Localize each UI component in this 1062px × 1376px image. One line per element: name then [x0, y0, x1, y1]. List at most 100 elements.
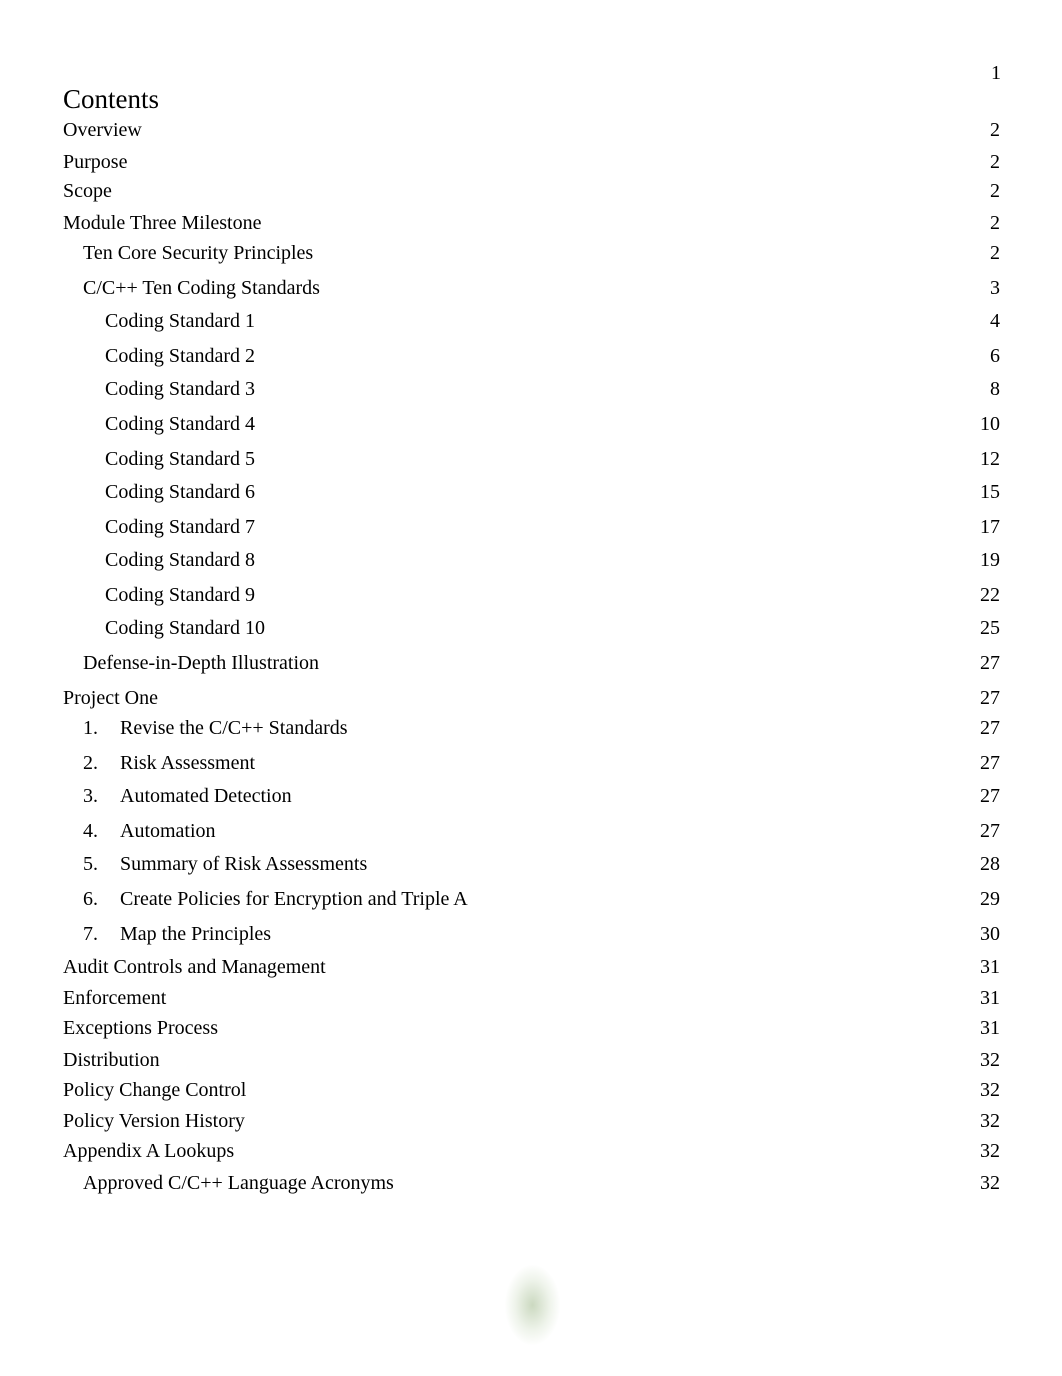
toc-entry-page[interactable]: 2 — [990, 149, 1000, 175]
toc-entry-page[interactable]: 32 — [980, 1170, 1000, 1196]
toc-entry-page[interactable]: 31 — [980, 1015, 1000, 1041]
toc-entry-page[interactable]: 17 — [980, 514, 1000, 540]
toc-entry-text[interactable]: Appendix A Lookups — [63, 1140, 234, 1162]
toc-entry-page[interactable]: 22 — [980, 582, 1000, 608]
toc-entry-page[interactable]: 32 — [980, 1138, 1000, 1164]
toc-entry[interactable]: Coding Standard 7 17 — [63, 514, 1000, 540]
toc-entry-label[interactable]: Approved C/C++ Language Acronyms — [83, 1170, 394, 1196]
toc-entry-text[interactable]: Project One — [63, 687, 158, 709]
toc-entry-text[interactable]: Risk Assessment — [120, 752, 255, 774]
toc-entry[interactable]: Enforcement 31 — [63, 985, 1000, 1011]
toc-entry-page[interactable]: 32 — [980, 1077, 1000, 1103]
toc-entry[interactable]: 3. Automated Detection 27 — [63, 783, 1000, 809]
toc-entry-text[interactable]: Coding Standard 3 — [105, 378, 255, 400]
toc-entry-text[interactable]: Coding Standard 2 — [105, 345, 255, 367]
toc-entry[interactable]: 1. Revise the C/C++ Standards 27 — [63, 715, 1000, 741]
toc-entry-text[interactable]: Summary of Risk Assessments — [120, 853, 367, 875]
toc-entry[interactable]: 4. Automation 27 — [63, 818, 1000, 844]
toc-entry-page[interactable]: 2 — [990, 240, 1000, 266]
toc-entry-label[interactable]: Coding Standard 7 — [105, 514, 255, 540]
toc-entry-label[interactable]: Coding Standard 4 — [105, 411, 255, 437]
toc-entry[interactable]: Policy Version History 32 — [63, 1108, 1000, 1134]
toc-entry-page[interactable]: 2 — [990, 178, 1000, 204]
toc-entry[interactable]: Audit Controls and Management 31 — [63, 954, 1000, 980]
toc-entry-text[interactable]: Exceptions Process — [63, 1017, 218, 1039]
toc-entry-text[interactable]: Coding Standard 4 — [105, 413, 255, 435]
toc-entry[interactable]: 5. Summary of Risk Assessments 28 — [63, 851, 1000, 877]
toc-entry[interactable]: Coding Standard 6 15 — [63, 479, 1000, 505]
toc-entry-text[interactable]: Coding Standard 5 — [105, 448, 255, 470]
toc-entry-label[interactable]: Coding Standard 8 — [105, 547, 255, 573]
toc-entry-text[interactable]: Automation — [120, 820, 216, 842]
toc-entry-label[interactable]: Coding Standard 9 — [105, 582, 255, 608]
toc-entry[interactable]: Coding Standard 4 10 — [63, 411, 1000, 437]
toc-entry-text[interactable]: Policy Version History — [63, 1110, 245, 1132]
toc-entry-label[interactable]: Coding Standard 6 — [105, 479, 255, 505]
toc-entry-page[interactable]: 15 — [980, 479, 1000, 505]
toc-entry-text[interactable]: Coding Standard 7 — [105, 516, 255, 538]
toc-entry[interactable]: Project One 27 — [63, 685, 1000, 711]
toc-entry-label[interactable]: Appendix A Lookups — [63, 1138, 234, 1164]
toc-entry-page[interactable]: 6 — [990, 343, 1000, 369]
toc-entry-text[interactable]: Ten Core Security Principles — [83, 242, 313, 264]
toc-entry-text[interactable]: Revise the C/C++ Standards — [120, 717, 348, 739]
toc-entry-text[interactable]: Coding Standard 9 — [105, 584, 255, 606]
toc-entry-label[interactable]: C/C++ Ten Coding Standards — [83, 275, 320, 301]
toc-entry-label[interactable]: Defense-in-Depth Illustration — [83, 650, 319, 676]
toc-entry-label[interactable]: Coding Standard 5 — [105, 446, 255, 472]
toc-entry-page[interactable]: 27 — [980, 715, 1000, 741]
toc-entry[interactable]: Purpose 2 — [63, 149, 1000, 175]
toc-entry[interactable]: Coding Standard 2 6 — [63, 343, 1000, 369]
toc-entry-page[interactable]: 31 — [980, 985, 1000, 1011]
toc-entry[interactable]: Policy Change Control 32 — [63, 1077, 1000, 1103]
toc-entry-text[interactable]: Map the Principles — [120, 923, 271, 945]
toc-entry-label[interactable]: Overview — [63, 117, 142, 143]
toc-entry-label[interactable]: 5. Summary of Risk Assessments — [83, 851, 367, 877]
toc-entry[interactable]: Distribution 32 — [63, 1047, 1000, 1073]
toc-entry-text[interactable]: Scope — [63, 180, 112, 202]
toc-entry-label[interactable]: 4. Automation — [83, 818, 216, 844]
toc-entry[interactable]: Coding Standard 8 19 — [63, 547, 1000, 573]
toc-entry-page[interactable]: 25 — [980, 615, 1000, 641]
toc-entry[interactable]: Approved C/C++ Language Acronyms 32 — [63, 1170, 1000, 1196]
toc-entry[interactable]: 2. Risk Assessment 27 — [63, 750, 1000, 776]
toc-entry-label[interactable]: 7. Map the Principles — [83, 921, 271, 947]
toc-entry-label[interactable]: Policy Change Control — [63, 1077, 246, 1103]
toc-entry-page[interactable]: 27 — [980, 650, 1000, 676]
toc-entry-page[interactable]: 29 — [980, 886, 1000, 912]
toc-entry-page[interactable]: 2 — [990, 210, 1000, 236]
toc-entry-page[interactable]: 10 — [980, 411, 1000, 437]
toc-entry-page[interactable]: 28 — [980, 851, 1000, 877]
toc-entry[interactable]: Ten Core Security Principles 2 — [63, 240, 1000, 266]
toc-entry[interactable]: Exceptions Process 31 — [63, 1015, 1000, 1041]
toc-entry-label[interactable]: Policy Version History — [63, 1108, 245, 1134]
toc-entry[interactable]: Coding Standard 9 22 — [63, 582, 1000, 608]
toc-entry-page[interactable]: 30 — [980, 921, 1000, 947]
toc-entry[interactable]: Defense-in-Depth Illustration 27 — [63, 650, 1000, 676]
toc-entry[interactable]: Scope 2 — [63, 178, 1000, 204]
toc-entry-text[interactable]: Coding Standard 1 — [105, 310, 255, 332]
toc-entry-label[interactable]: Coding Standard 1 — [105, 308, 255, 334]
toc-entry-label[interactable]: Enforcement — [63, 985, 166, 1011]
toc-entry-text[interactable]: Policy Change Control — [63, 1079, 246, 1101]
toc-entry-page[interactable]: 8 — [990, 376, 1000, 402]
toc-entry-text[interactable]: Coding Standard 8 — [105, 549, 255, 571]
toc-entry-label[interactable]: Exceptions Process — [63, 1015, 218, 1041]
toc-entry[interactable]: C/C++ Ten Coding Standards 3 — [63, 275, 1000, 301]
toc-entry[interactable]: 7. Map the Principles 30 — [63, 921, 1000, 947]
toc-entry[interactable]: Coding Standard 3 8 — [63, 376, 1000, 402]
toc-entry-label[interactable]: Audit Controls and Management — [63, 954, 326, 980]
toc-entry-page[interactable]: 12 — [980, 446, 1000, 472]
toc-entry[interactable]: 6. Create Policies for Encryption and Tri… — [63, 886, 1000, 912]
toc-entry-text[interactable]: Purpose — [63, 151, 127, 173]
toc-entry[interactable]: Coding Standard 10 25 — [63, 615, 1000, 641]
toc-entry-page[interactable]: 19 — [980, 547, 1000, 573]
toc-entry[interactable]: Module Three Milestone 2 — [63, 210, 1000, 236]
toc-entry-label[interactable]: 3. Automated Detection — [83, 783, 292, 809]
toc-entry-page[interactable]: 27 — [980, 750, 1000, 776]
toc-entry-page[interactable]: 27 — [980, 818, 1000, 844]
toc-entry-page[interactable]: 31 — [980, 954, 1000, 980]
toc-entry-page[interactable]: 3 — [990, 275, 1000, 301]
toc-entry[interactable]: Coding Standard 5 12 — [63, 446, 1000, 472]
toc-entry-text[interactable]: Distribution — [63, 1049, 160, 1071]
